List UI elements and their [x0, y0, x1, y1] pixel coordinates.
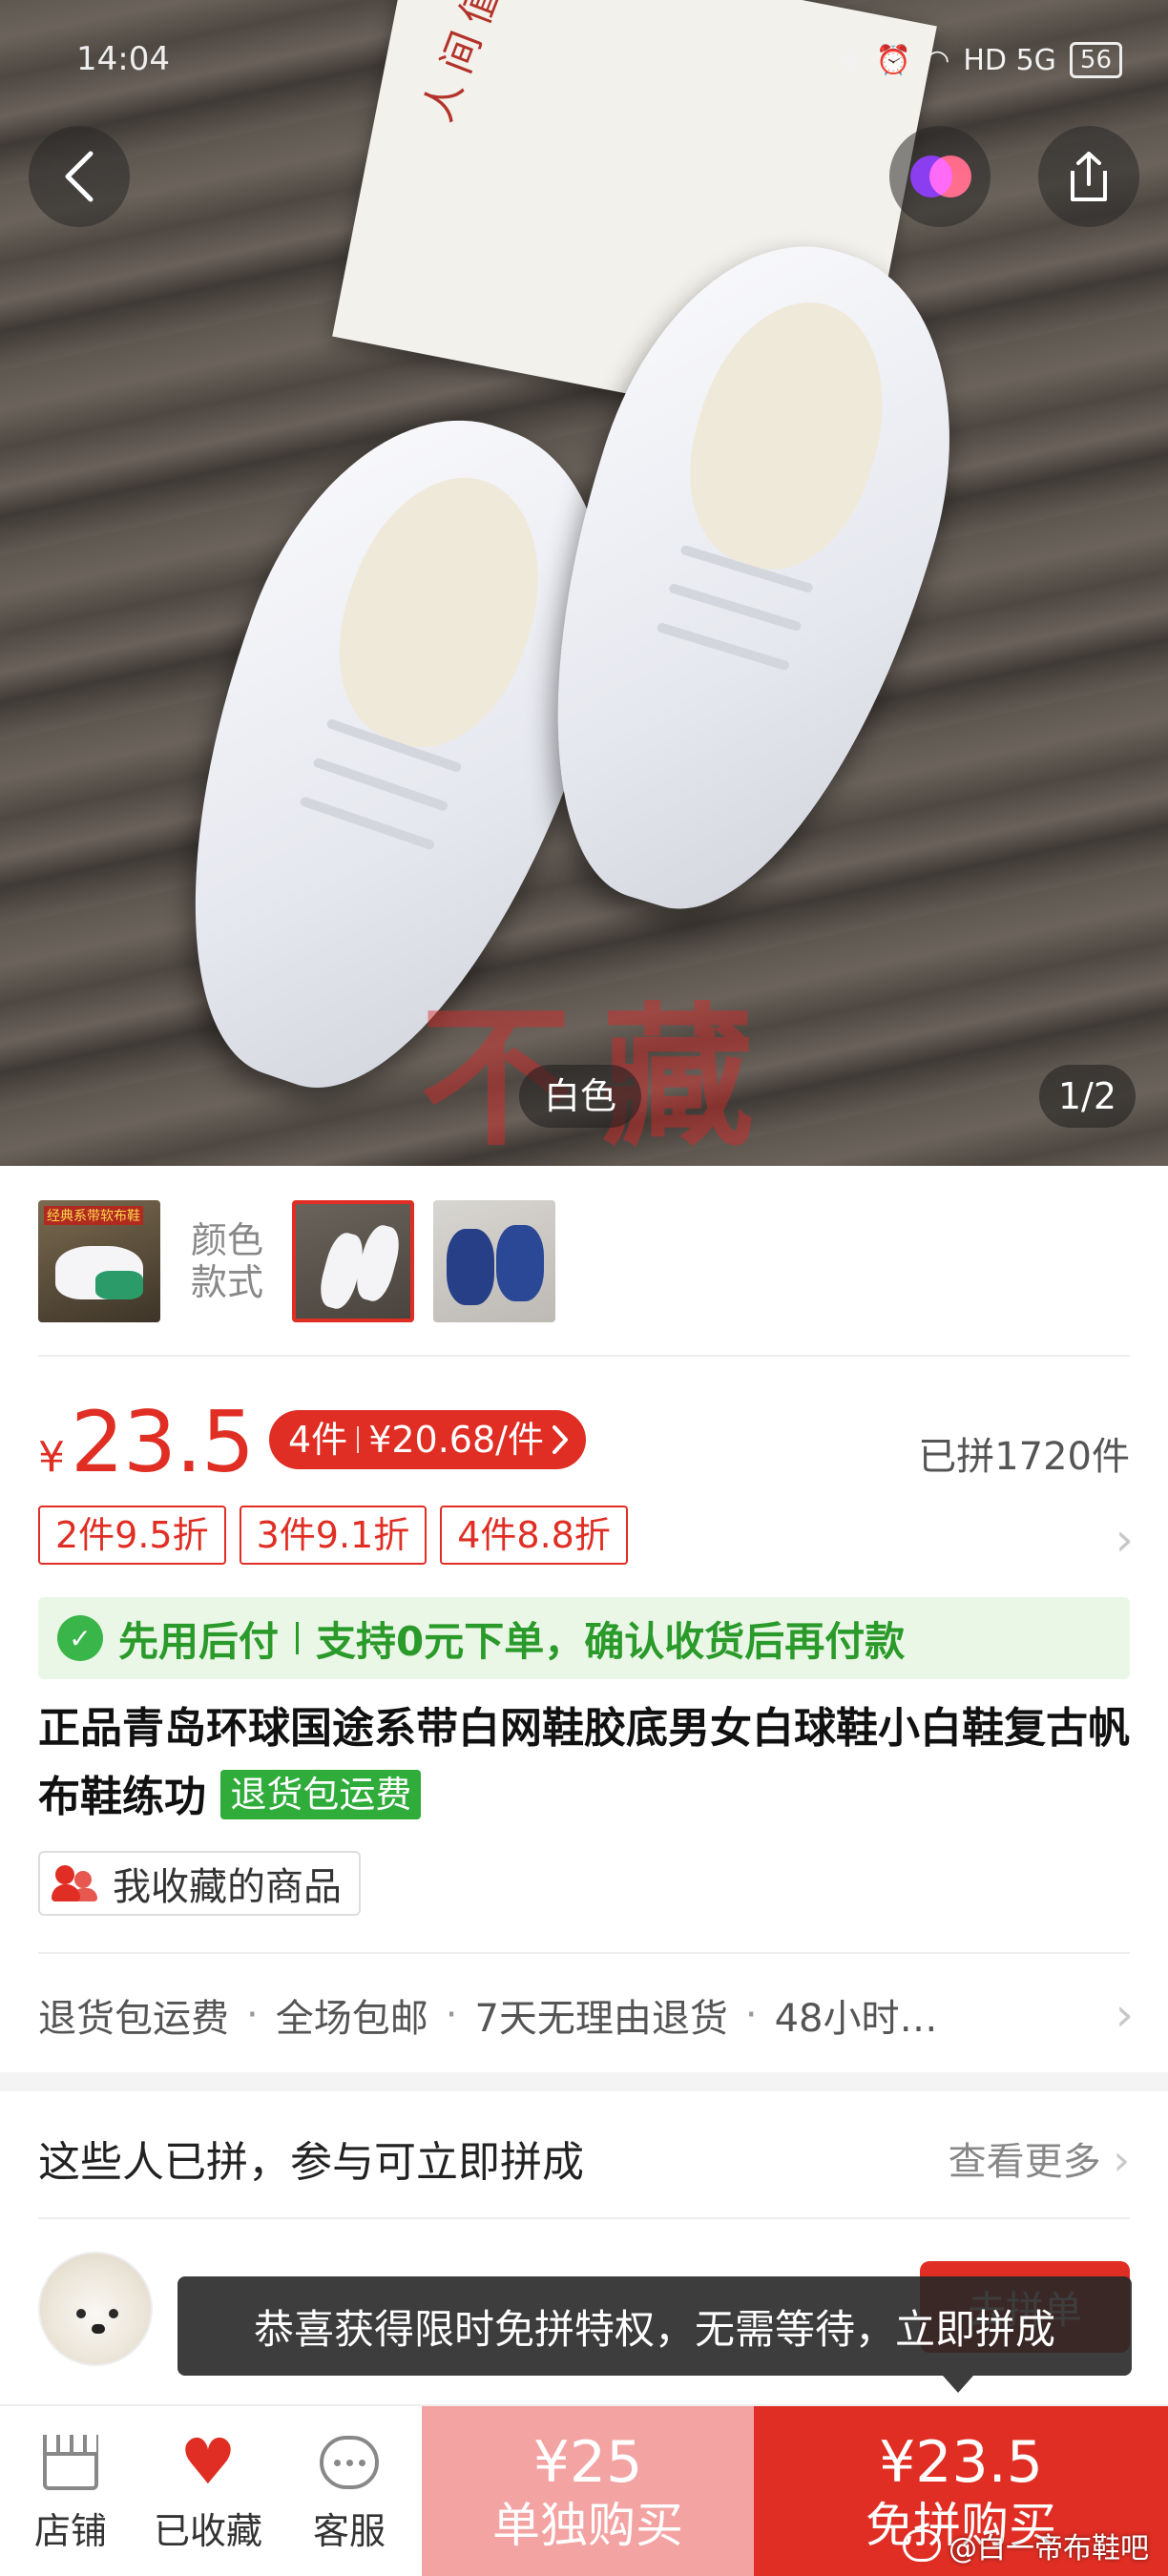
- service-item: 7天无理由退货: [474, 1997, 728, 2041]
- variant-thumb-1[interactable]: 经典系带软布鞋: [38, 1200, 160, 1322]
- product-title-text: 正品青岛环球国途系带白网鞋胶底男女白球鞋小白鞋复古帆布鞋练功: [38, 1704, 1130, 1821]
- weibo-icon: [903, 2529, 941, 2562]
- service-tab[interactable]: 客服: [282, 2429, 416, 2554]
- pay-later-title: 先用后付: [118, 1617, 280, 1665]
- pay-later-desc: 支持0元下单，确认收货后再付款: [316, 1617, 906, 1665]
- see-more-label: 查看更多: [948, 2140, 1101, 2184]
- chevron-left-icon: [65, 151, 94, 202]
- store-label: 店铺: [33, 2510, 107, 2552]
- price-row: ¥ 23.5: [38, 1393, 255, 1491]
- chevron-right-icon: [552, 1425, 568, 1454]
- store-icon: [43, 2435, 98, 2490]
- product-image[interactable]: 人间值得 不藏: [0, 0, 1168, 1166]
- favorite-tab[interactable]: ♥ 已收藏: [141, 2429, 275, 2554]
- group-section-title: 这些人已拼，参与可立即拼成: [38, 2138, 584, 2187]
- avatar: [38, 2252, 153, 2366]
- section-separator: [0, 2072, 1168, 2091]
- watermark: 不藏: [420, 954, 782, 1166]
- discount-tag: 2件9.5折: [38, 1506, 226, 1565]
- thumb-caption: 经典系带软布鞋: [44, 1206, 143, 1225]
- back-button[interactable]: [29, 126, 130, 227]
- status-time: 14:04: [76, 40, 170, 78]
- favorite-label: 已收藏: [153, 2510, 262, 2552]
- discount-tag: 3件9.1折: [239, 1506, 428, 1565]
- pay-later-icon: ✓: [57, 1615, 103, 1661]
- product-title: 正品青岛环球国途系带白网鞋胶底男女白球鞋小白鞋复古帆布鞋练功 退货包运费: [38, 1694, 1130, 1832]
- solo-label: 单独购买: [492, 2498, 683, 2553]
- return-shipping-tag: 退货包运费: [220, 1770, 422, 1819]
- variant-thumb-white[interactable]: [292, 1200, 414, 1322]
- divider: [38, 1355, 1130, 1357]
- sold-count: 已拼1720件: [918, 1435, 1130, 1479]
- page-indicator: 1/2: [1038, 1065, 1136, 1128]
- share-icon: [1071, 152, 1107, 201]
- service-guarantees[interactable]: 退货包运费 · 全场包邮 · 7天无理由退货 · 48小时…: [38, 1983, 1130, 2047]
- variant-label: 颜色 款式: [179, 1219, 275, 1303]
- divider: [38, 2217, 1130, 2219]
- toast-message: 恭喜获得限时免拼特权，无需等待，立即拼成: [177, 2276, 1132, 2376]
- store-tab[interactable]: 店铺: [4, 2429, 137, 2554]
- live-button[interactable]: [889, 126, 991, 227]
- toast-arrow: [943, 2376, 973, 2393]
- multi-buy-badge[interactable]: 4件 ¥20.68/件: [269, 1410, 586, 1469]
- pay-later-banner[interactable]: ✓ 先用后付 支持0元下单，确认收货后再付款: [38, 1597, 1130, 1679]
- group-price: ¥23.5: [879, 2429, 1043, 2496]
- status-icons: ◉ ⏰ ◠ HD 5G 56: [838, 42, 1122, 78]
- buy-alone-button[interactable]: ¥25 单独购买: [422, 2406, 754, 2576]
- eye-icon: ◉: [837, 43, 863, 77]
- price-value: 23.5: [71, 1393, 255, 1491]
- currency-symbol: ¥: [38, 1433, 65, 1482]
- color-tag: 白色: [519, 1065, 642, 1128]
- favorites-chip-label: 我收藏的商品: [113, 1865, 342, 1909]
- variant-label-text: 颜色 款式: [190, 1219, 263, 1303]
- discount-list[interactable]: 2件9.5折 3件9.1折 4件8.8折: [38, 1506, 628, 1565]
- alarm-icon: ⏰: [875, 43, 912, 77]
- group-section-header: 这些人已拼，参与可立即拼成 查看更多 ›: [38, 2118, 1130, 2198]
- variant-thumbnails: 经典系带软布鞋 颜色 款式: [38, 1200, 574, 1322]
- network-label: HD 5G: [963, 43, 1056, 77]
- battery-icon: 56: [1069, 42, 1122, 78]
- credit-text: @白一帝布鞋吧: [949, 2532, 1149, 2566]
- chevron-right-icon: ›: [1113, 2136, 1130, 2185]
- wifi-icon: ◠: [925, 43, 950, 77]
- chevron-right-icon[interactable]: ›: [1116, 1988, 1134, 2042]
- service-item: 48小时…: [774, 1997, 938, 2041]
- favorites-chip[interactable]: 我收藏的商品: [38, 1851, 361, 1916]
- service-item: 退货包运费: [38, 1997, 229, 2041]
- service-label: 客服: [312, 2510, 386, 2552]
- multi-price: ¥20.68/件: [368, 1419, 544, 1461]
- share-button[interactable]: [1038, 126, 1139, 227]
- divider: [38, 1952, 1130, 1954]
- people-icon: [52, 1863, 99, 1903]
- book-title: 人间值得: [413, 0, 532, 128]
- service-item: 全场包邮: [275, 1997, 428, 2041]
- see-more-link[interactable]: 查看更多 ›: [949, 2130, 1130, 2186]
- watermark-credit: @白一帝布鞋吧: [903, 2524, 1149, 2566]
- heart-icon: ♥: [179, 2425, 237, 2499]
- chevron-right-icon[interactable]: ›: [1116, 1513, 1134, 1567]
- solo-price: ¥25: [532, 2429, 643, 2496]
- variant-thumb-blue[interactable]: [433, 1200, 555, 1322]
- live-logo-icon: [910, 156, 971, 197]
- product-page: 人间值得 不藏 14:04 ◉ ⏰ ◠ HD 5G 56 白色 1/: [0, 0, 1168, 2576]
- multi-qty: 4件: [288, 1419, 348, 1461]
- discount-tag: 4件8.8折: [440, 1506, 628, 1565]
- chat-icon: [320, 2436, 379, 2489]
